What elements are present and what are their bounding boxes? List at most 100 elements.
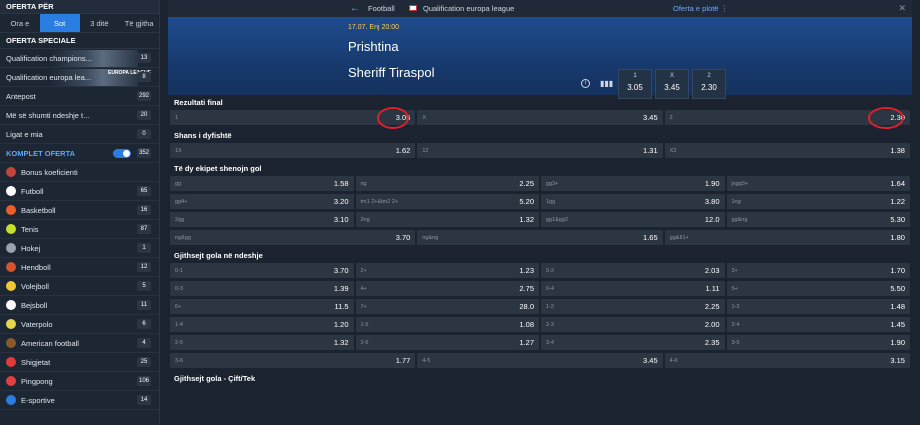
- odds-button[interactable]: 1-5 1.08: [355, 317, 539, 332]
- odds-button[interactable]: gg 1.58: [170, 176, 354, 191]
- tab-ora[interactable]: Ora e: [0, 14, 40, 32]
- special-offer-item[interactable]: Ligat e mia 0: [0, 125, 159, 144]
- sport-item[interactable]: Hokej 1: [0, 239, 159, 258]
- sport-item[interactable]: Basketboll 16: [0, 201, 159, 220]
- header-odd-value: 3.45: [664, 83, 680, 92]
- odds-value: 5.50: [890, 284, 905, 293]
- odds-row: ng&gg 3.70 ng&ng 1.65 gg&II1+ 1.80: [168, 230, 912, 245]
- odds-selection: 4+: [360, 285, 367, 292]
- special-offer-item[interactable]: EUROPA LEAGUE Qualification europa lea...…: [0, 68, 159, 87]
- odds-button[interactable]: 1ng 1.22: [726, 194, 910, 209]
- sport-item[interactable]: Volejboll 5: [0, 277, 159, 296]
- odds-button[interactable]: gg1&gg2 12.0: [541, 212, 725, 227]
- odds-value: 1.64: [890, 179, 905, 188]
- odds-selection: 0-4: [546, 285, 554, 292]
- odds-button[interactable]: 3+ 1.70: [726, 263, 910, 278]
- header-odd-1[interactable]: 1 3.05: [618, 69, 652, 99]
- stats-icon[interactable]: ▮▮▮: [600, 79, 613, 88]
- odds-button[interactable]: ng&gg 3.70: [170, 230, 416, 245]
- odds-button[interactable]: gg4+ 3.20: [170, 194, 354, 209]
- odds-button[interactable]: ng&ng 1.65: [417, 230, 663, 245]
- odds-value: 1.32: [333, 338, 349, 347]
- odds-button[interactable]: 1X 1.62: [170, 143, 416, 158]
- market-title: Shans i dyfishtë: [168, 128, 912, 143]
- odds-button[interactable]: 4-5 3.45: [417, 353, 663, 368]
- breadcrumb-league[interactable]: Qualification europa league: [423, 4, 514, 13]
- odds-button[interactable]: 1-3 1.48: [726, 299, 910, 314]
- odds-selection: gg3+: [546, 180, 559, 187]
- odds-button[interactable]: 0-4 1.11: [541, 281, 725, 296]
- odds-button[interactable]: jngg3+ 1.64: [726, 176, 910, 191]
- sport-count: 65: [137, 186, 151, 196]
- sport-count: 87: [137, 224, 151, 234]
- odds-button[interactable]: ng 2.25: [355, 176, 539, 191]
- komplet-oferta-label: KOMPLET OFERTA: [6, 148, 76, 158]
- odds-button[interactable]: gg&II1+ 1.80: [664, 230, 910, 245]
- close-icon[interactable]: ✕: [898, 3, 906, 14]
- odds-button[interactable]: 4-6 3.15: [664, 353, 910, 368]
- breadcrumb-sport[interactable]: Football: [368, 4, 395, 13]
- odds-selection: 4-5: [422, 357, 431, 364]
- komplet-oferta-row[interactable]: KOMPLET OFERTA 352: [0, 144, 159, 163]
- odds-button[interactable]: gg&ng 5.30: [726, 212, 910, 227]
- odds-button[interactable]: 3-5 1.90: [726, 335, 910, 350]
- sport-item[interactable]: Futboll 65: [0, 182, 159, 201]
- odds-row: 3-6 1.77 4-5 3.45 4-6 3.15: [168, 353, 912, 368]
- special-offer-item[interactable]: Antepost 292: [0, 87, 159, 106]
- odds-button[interactable]: 5+ 5.50: [726, 281, 910, 296]
- odds-button[interactable]: X2 1.38: [664, 143, 910, 158]
- odds-value: 5.30: [890, 215, 905, 224]
- odds-button[interactable]: 3-4 2.35: [541, 335, 725, 350]
- odds-button[interactable]: X 3.45: [417, 110, 663, 125]
- sport-item[interactable]: E-sportive 14: [0, 391, 159, 410]
- special-offer-item[interactable]: Qualification champions... 13: [0, 49, 159, 68]
- tab-3-dite[interactable]: 3 ditë: [80, 14, 120, 32]
- tab-te-gjitha[interactable]: Të gjitha: [119, 14, 159, 32]
- odds-button[interactable]: 0-2 2.03: [541, 263, 725, 278]
- sport-item[interactable]: Vaterpolo 6: [0, 315, 159, 334]
- odds-button[interactable]: 0-1 3.70: [170, 263, 354, 278]
- back-arrow-icon[interactable]: ←: [350, 3, 360, 14]
- odds-selection: 2: [669, 114, 673, 121]
- sport-item[interactable]: Pingpong 106: [0, 372, 159, 391]
- odds-selection: gg&ng: [731, 216, 748, 223]
- odds-button[interactable]: 7+ 28.0: [355, 299, 539, 314]
- odds-value: 2.25: [704, 302, 720, 311]
- odds-button[interactable]: 1-4 1.20: [170, 317, 354, 332]
- odds-button[interactable]: 2-6 1.27: [355, 335, 539, 350]
- odds-button[interactable]: 2-4 1.45: [726, 317, 910, 332]
- full-offer-link[interactable]: Oferta e plotë ⋮: [673, 4, 728, 13]
- odds-selection: 0-1: [175, 267, 183, 274]
- special-offer-count: 20: [137, 110, 151, 120]
- sport-item[interactable]: Shigjetat 25: [0, 353, 159, 372]
- odds-button[interactable]: 2gg 3.10: [170, 212, 354, 227]
- odds-button[interactable]: tm1 2+&tm2 2+ 5.20: [355, 194, 539, 209]
- sport-item[interactable]: Tenis 87: [0, 220, 159, 239]
- sport-item[interactable]: Bonus koeficienti: [0, 163, 159, 182]
- odds-button[interactable]: 0-3 1.39: [170, 281, 354, 296]
- sport-count: 16: [137, 205, 151, 215]
- odds-button[interactable]: 6+ 11.5: [170, 299, 354, 314]
- odds-button[interactable]: 1gg 3.80: [541, 194, 725, 209]
- odds-value: 11.5: [334, 302, 349, 311]
- odds-button[interactable]: 1-2 2.25: [541, 299, 725, 314]
- odds-button[interactable]: 3-6 1.77: [170, 353, 416, 368]
- sport-item[interactable]: Hendboll 12: [0, 258, 159, 277]
- sport-item[interactable]: Bejsboll 11: [0, 296, 159, 315]
- odds-button[interactable]: gg3+ 1.90: [541, 176, 725, 191]
- sport-item[interactable]: American football 4: [0, 334, 159, 353]
- odds-button[interactable]: 2-3 2.00: [541, 317, 725, 332]
- header-odd-2[interactable]: 2 2.30: [692, 69, 726, 99]
- odds-button[interactable]: 12 1.31: [417, 143, 663, 158]
- info-icon[interactable]: i: [581, 79, 590, 88]
- special-offer-item[interactable]: Më së shumti ndeshje t... 20: [0, 106, 159, 125]
- header-odd-x[interactable]: X 3.45: [655, 69, 689, 99]
- odds-button[interactable]: 2+ 1.23: [355, 263, 539, 278]
- odds-button[interactable]: 2ng 1.32: [355, 212, 539, 227]
- odds-button[interactable]: 4+ 2.75: [355, 281, 539, 296]
- odds-button[interactable]: 2-5 1.32: [170, 335, 354, 350]
- tab-sot[interactable]: Sot: [39, 14, 80, 32]
- odds-value: 3.15: [890, 356, 905, 365]
- header-odd-value: 3.05: [627, 83, 643, 92]
- komplet-oferta-toggle[interactable]: [112, 148, 131, 158]
